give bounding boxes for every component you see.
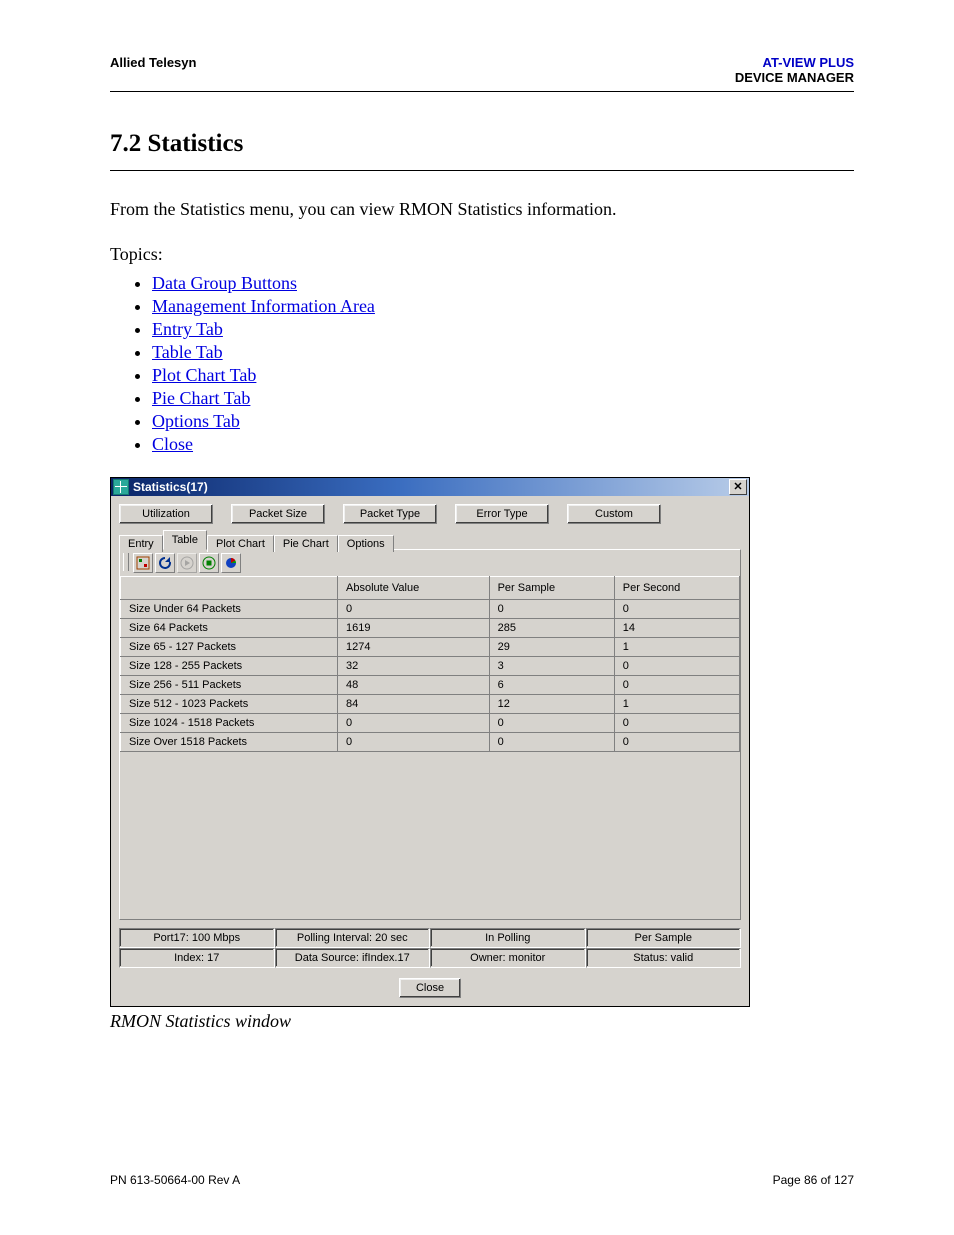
status-data-source: Data Source: ifIndex.17 xyxy=(275,948,431,968)
custom-button[interactable]: Custom xyxy=(567,504,661,524)
status-mode: Per Sample xyxy=(586,928,742,948)
toolbar-grip xyxy=(123,553,129,571)
titlebar: Statistics(17) ✕ xyxy=(111,478,749,496)
close-button[interactable]: Close xyxy=(399,978,461,998)
topic-link[interactable]: Close xyxy=(152,434,193,454)
close-icon[interactable]: ✕ xyxy=(729,479,747,495)
table-row: Size 1024 - 1518 Packets000 xyxy=(121,714,740,733)
topics-list: Data Group Buttons Management Informatio… xyxy=(132,273,854,455)
tab-pie-chart[interactable]: Pie Chart xyxy=(274,535,338,552)
col-per-second[interactable]: Per Second xyxy=(614,577,739,600)
topic-link[interactable]: Options Tab xyxy=(152,411,240,431)
data-group-buttons: Utilization Packet Size Packet Type Erro… xyxy=(111,496,749,530)
section-divider xyxy=(110,170,854,171)
topic-link[interactable]: Table Tab xyxy=(152,342,223,362)
packet-size-button[interactable]: Packet Size xyxy=(231,504,325,524)
packet-type-button[interactable]: Packet Type xyxy=(343,504,437,524)
play-icon[interactable] xyxy=(177,553,197,573)
table-row: Size 256 - 511 Packets4860 xyxy=(121,676,740,695)
tab-options[interactable]: Options xyxy=(338,535,394,552)
pie-icon[interactable] xyxy=(221,553,241,573)
status-index: Index: 17 xyxy=(119,948,275,968)
topic-link[interactable]: Entry Tab xyxy=(152,319,223,339)
error-type-button[interactable]: Error Type xyxy=(455,504,549,524)
header-left: Allied Telesyn xyxy=(110,55,196,70)
col-absolute[interactable]: Absolute Value xyxy=(338,577,490,600)
topics-label: Topics: xyxy=(110,244,854,265)
table-header-row: Absolute Value Per Sample Per Second xyxy=(121,577,740,600)
refresh-icon[interactable] xyxy=(155,553,175,573)
table-row: Size 512 - 1023 Packets84121 xyxy=(121,695,740,714)
header-product: AT-VIEW PLUS xyxy=(735,55,854,70)
export-icon[interactable] xyxy=(133,553,153,573)
tab-table[interactable]: Table xyxy=(163,530,207,550)
tab-plot-chart[interactable]: Plot Chart xyxy=(207,535,274,552)
stop-icon[interactable] xyxy=(199,553,219,573)
page-header: Allied Telesyn AT-VIEW PLUS DEVICE MANAG… xyxy=(110,55,854,92)
app-icon xyxy=(113,479,129,495)
table-row: Size Under 64 Packets000 xyxy=(121,600,740,619)
toolbar xyxy=(120,552,740,576)
statistics-window: Statistics(17) ✕ Utilization Packet Size… xyxy=(110,477,750,1007)
tab-bar: Entry Table Plot Chart Pie Chart Options xyxy=(111,530,749,549)
footer-left: PN 613-50664-00 Rev A xyxy=(110,1173,240,1187)
status-polling-state: In Polling xyxy=(430,928,586,948)
header-subproduct: DEVICE MANAGER xyxy=(735,70,854,85)
statistics-table: Absolute Value Per Sample Per Second Siz… xyxy=(120,576,740,752)
utilization-button[interactable]: Utilization xyxy=(119,504,213,524)
topic-link[interactable]: Data Group Buttons xyxy=(152,273,297,293)
section-title: 7.2 Statistics xyxy=(110,130,854,158)
figure-caption: RMON Statistics window xyxy=(110,1011,854,1032)
tab-entry[interactable]: Entry xyxy=(119,535,163,552)
window-title: Statistics(17) xyxy=(133,480,208,494)
topic-link[interactable]: Management Information Area xyxy=(152,296,375,316)
table-row: Size 128 - 255 Packets3230 xyxy=(121,657,740,676)
table-row: Size Over 1518 Packets000 xyxy=(121,733,740,752)
table-row: Size 65 - 127 Packets1274291 xyxy=(121,638,740,657)
page-footer: PN 613-50664-00 Rev A Page 86 of 127 xyxy=(110,1173,854,1187)
topic-link[interactable]: Plot Chart Tab xyxy=(152,365,256,385)
intro-text: From the Statistics menu, you can view R… xyxy=(110,199,854,220)
topic-link[interactable]: Pie Chart Tab xyxy=(152,388,250,408)
tab-panel: Absolute Value Per Sample Per Second Siz… xyxy=(119,549,741,920)
status-port: Port17: 100 Mbps xyxy=(119,928,275,948)
status-owner: Owner: monitor xyxy=(430,948,586,968)
col-per-sample[interactable]: Per Sample xyxy=(489,577,614,600)
table-row: Size 64 Packets161928514 xyxy=(121,619,740,638)
status-polling-interval: Polling Interval: 20 sec xyxy=(275,928,431,948)
status-grid: Port17: 100 Mbps Polling Interval: 20 se… xyxy=(119,928,741,968)
col-blank xyxy=(121,577,338,600)
status-status: Status: valid xyxy=(586,948,742,968)
footer-right: Page 86 of 127 xyxy=(773,1173,854,1187)
